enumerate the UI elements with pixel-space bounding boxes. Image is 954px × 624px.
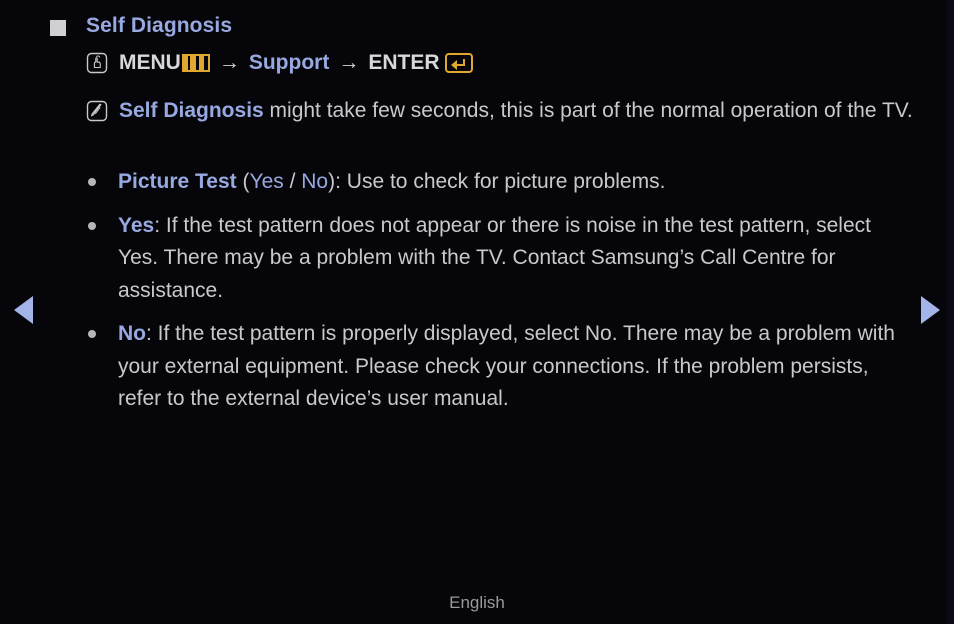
no-option-part-0: No	[118, 322, 146, 345]
list-item: No: If the test pattern is properly disp…	[86, 318, 916, 416]
note-strong: Self Diagnosis	[119, 99, 264, 122]
picture-test-part-5: ): Use to check for picture problems.	[328, 170, 666, 193]
page-title: Self Diagnosis	[86, 14, 233, 37]
picture-test-part-0: Picture Test	[118, 170, 237, 193]
triangle-right-icon[interactable]	[921, 296, 940, 324]
picture-test-part-3: /	[283, 170, 302, 193]
page-heading: Self Diagnosis	[50, 14, 232, 38]
dot-bullet-icon	[88, 178, 96, 186]
hand-press-button-icon	[86, 52, 108, 74]
picture-test-part-4: No	[301, 170, 329, 193]
menu-label: MENU	[119, 51, 181, 74]
support-label: Support	[248, 51, 330, 74]
yes-option-part-0: Yes	[118, 213, 155, 237]
filled-square-icon	[50, 19, 66, 36]
language-label: English	[449, 593, 505, 612]
picture-test-part-2: Yes	[249, 170, 284, 193]
note-block: Self Diagnosis might take few seconds, t…	[86, 94, 916, 127]
list-item: Yes: If the test pattern does not appear…	[86, 210, 916, 308]
bullet-list: Picture Test (Yes / No): Use to check fo…	[86, 166, 916, 427]
list-item: Picture Test (Yes / No): Use to check fo…	[86, 166, 916, 199]
enter-label: ENTER	[368, 51, 440, 74]
triangle-left-icon[interactable]	[14, 296, 33, 324]
enter-key-icon	[444, 53, 473, 73]
menu-bars-icon	[181, 54, 210, 72]
menu-path: MENU → Support → ENTER	[86, 51, 473, 75]
path-arrow-2: →	[338, 51, 360, 74]
no-option-part-1: : If the test pattern is properly displa…	[118, 322, 895, 410]
path-arrow-1: →	[218, 51, 240, 74]
dot-bullet-icon	[88, 221, 96, 230]
note-text: Self Diagnosis might take few seconds, t…	[119, 94, 916, 127]
dot-bullet-icon	[88, 330, 96, 338]
yes-option-part-1: : If the test pattern does not appear or…	[118, 213, 871, 302]
note-pencil-icon	[86, 94, 108, 122]
bullet-text-1: Yes: If the test pattern does not appear…	[118, 210, 916, 308]
bullet-text-0: Picture Test (Yes / No): Use to check fo…	[118, 166, 916, 199]
bullet-text-2: No: If the test pattern is properly disp…	[118, 318, 916, 416]
e-manual-page: Self Diagnosis MENU → Support → ENTER Se…	[0, 0, 954, 624]
note-rest: might take few seconds, this is part of …	[263, 99, 913, 122]
picture-test-part-1: (	[236, 170, 250, 193]
